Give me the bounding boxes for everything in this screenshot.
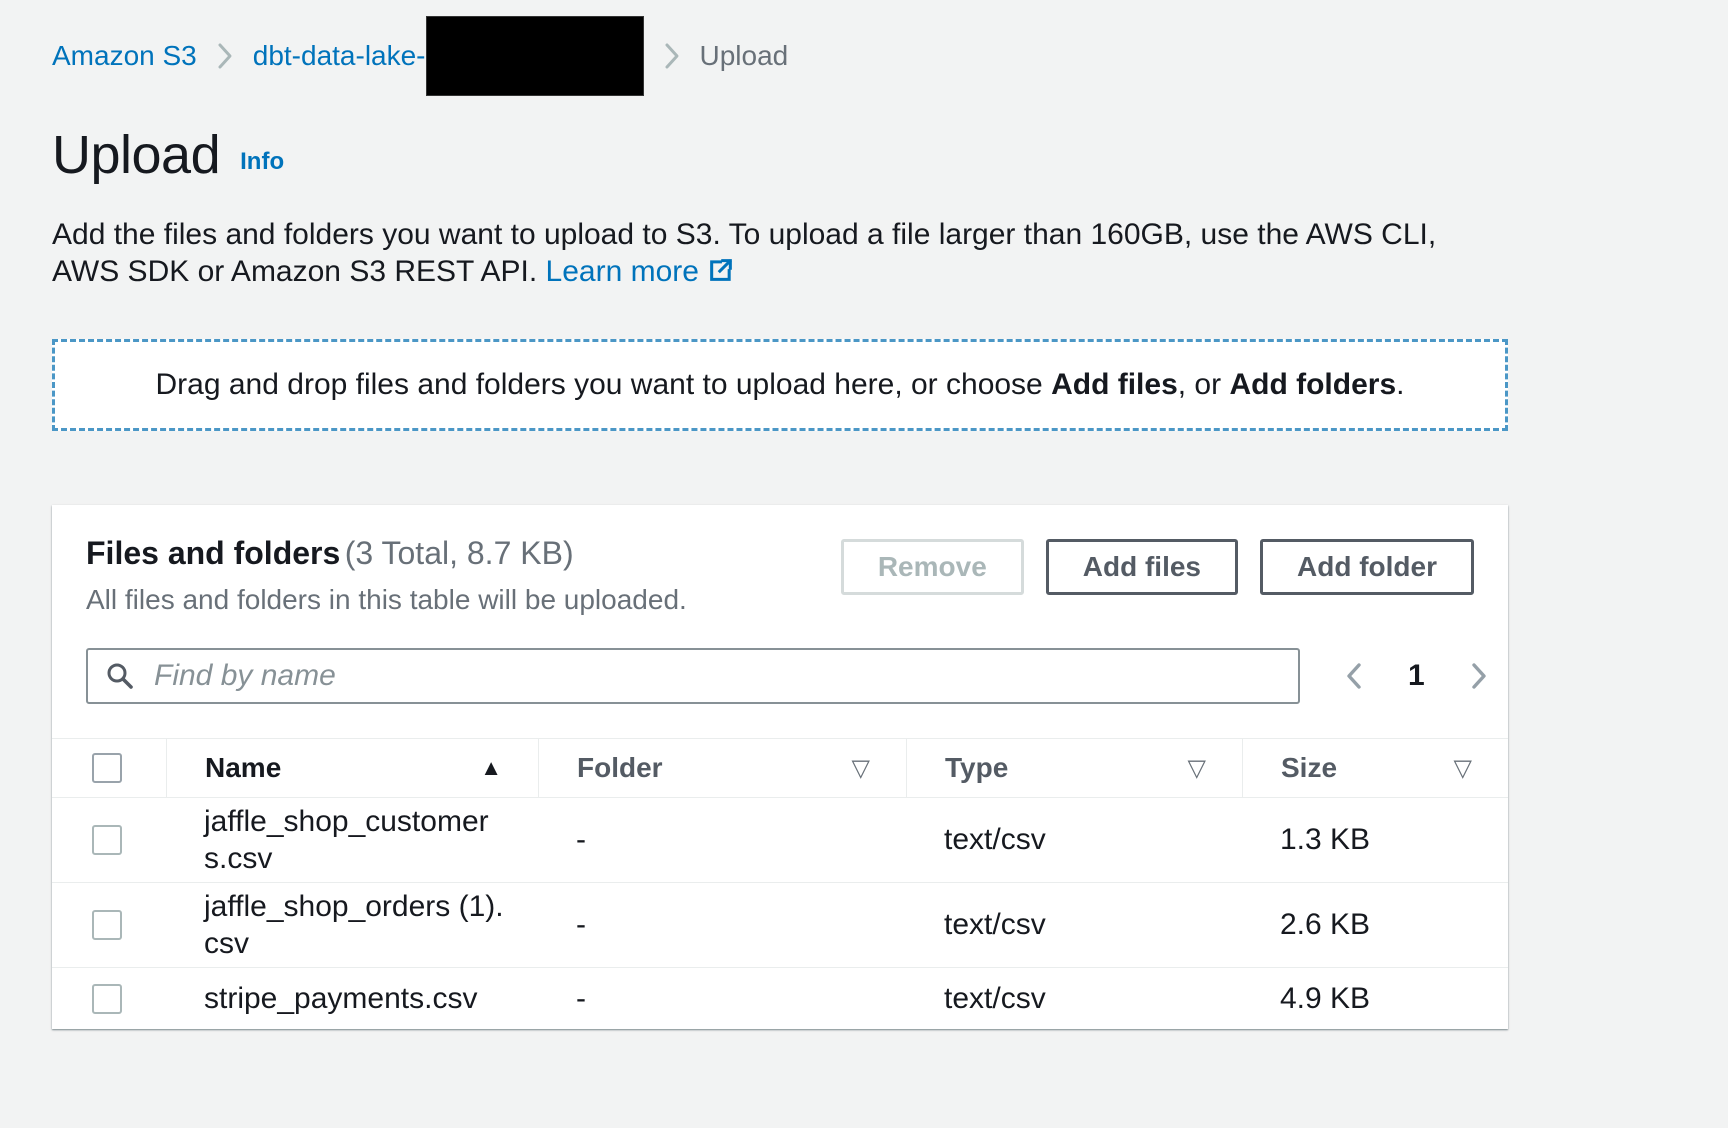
- cell-name: jaffle_shop_orders (1).csv: [166, 883, 538, 967]
- sort-default-icon: ▽: [852, 754, 870, 783]
- cell-size: 4.9 KB: [1242, 970, 1508, 1028]
- cell-size: 1.3 KB: [1242, 818, 1508, 862]
- cell-size: 2.6 KB: [1242, 903, 1508, 947]
- row-checkbox[interactable]: [92, 825, 122, 855]
- row-select-cell: [52, 968, 166, 1029]
- column-label-type: Type: [945, 752, 1008, 784]
- column-label-size: Size: [1281, 752, 1337, 784]
- cell-type: text/csv: [906, 903, 1242, 947]
- panel-count-summary: (3 Total, 8.7 KB): [345, 535, 574, 571]
- dropzone-add-files-text: Add files: [1051, 368, 1178, 401]
- column-label-folder: Folder: [577, 752, 663, 784]
- cell-folder: -: [538, 818, 906, 862]
- panel-header-text: Files and folders (3 Total, 8.7 KB) All …: [86, 535, 687, 616]
- sort-ascending-icon: ▲: [480, 755, 502, 781]
- learn-more-link[interactable]: Learn more: [546, 255, 735, 288]
- page-header: Upload Info: [52, 124, 1508, 186]
- cell-folder: -: [538, 903, 906, 947]
- column-header-size[interactable]: Size ▽: [1242, 739, 1508, 797]
- next-page-button[interactable]: [1469, 660, 1489, 692]
- page-title: Upload: [52, 124, 220, 186]
- dropzone-text: Drag and drop files and folders you want…: [156, 368, 1405, 402]
- sort-default-icon: ▽: [1188, 754, 1206, 783]
- column-label-name: Name: [205, 752, 281, 784]
- dropzone-text-suffix: .: [1396, 368, 1404, 401]
- sort-default-icon: ▽: [1454, 754, 1472, 783]
- table-row: stripe_payments.csv - text/csv 4.9 KB: [52, 967, 1508, 1029]
- chevron-right-icon: [664, 42, 680, 70]
- panel-title: Files and folders: [86, 535, 340, 571]
- breadcrumb: Amazon S3 dbt-data-lake- Upload: [52, 16, 1508, 96]
- select-all-cell: [52, 739, 166, 797]
- dropzone-text-prefix: Drag and drop files and folders you want…: [156, 368, 1052, 401]
- table-toolbar: 1: [52, 648, 1508, 704]
- column-header-folder[interactable]: Folder ▽: [538, 739, 906, 797]
- chevron-right-icon: [217, 42, 233, 70]
- remove-button[interactable]: Remove: [841, 539, 1024, 595]
- cell-name: jaffle_shop_customers.csv: [166, 798, 538, 882]
- search-input[interactable]: [86, 648, 1300, 704]
- cell-type: text/csv: [906, 818, 1242, 862]
- select-all-checkbox[interactable]: [92, 753, 122, 783]
- panel-header: Files and folders (3 Total, 8.7 KB) All …: [52, 535, 1508, 616]
- column-header-name[interactable]: Name ▲: [166, 739, 538, 797]
- row-select-cell: [52, 883, 166, 967]
- cell-folder: -: [538, 970, 906, 1028]
- panel-actions: Remove Add files Add folder: [841, 539, 1474, 595]
- dropzone-add-folders-text: Add folders: [1229, 368, 1396, 401]
- breadcrumb-amazon-s3-link[interactable]: Amazon S3: [52, 40, 197, 72]
- row-checkbox[interactable]: [92, 910, 122, 940]
- drag-drop-zone[interactable]: Drag and drop files and folders you want…: [52, 339, 1508, 431]
- breadcrumb-current: Upload: [700, 40, 789, 72]
- row-select-cell: [52, 798, 166, 882]
- files-and-folders-panel: Files and folders (3 Total, 8.7 KB) All …: [52, 505, 1508, 1029]
- redaction-box: [426, 16, 644, 96]
- breadcrumb-bucket-link[interactable]: dbt-data-lake-: [253, 40, 426, 72]
- pagination: 1: [1344, 659, 1489, 693]
- description-text: Add the files and folders you want to up…: [52, 218, 1436, 288]
- table-row: jaffle_shop_customers.csv - text/csv 1.3…: [52, 797, 1508, 882]
- column-header-type[interactable]: Type ▽: [906, 739, 1242, 797]
- page-description: Add the files and folders you want to up…: [52, 216, 1508, 293]
- cell-type: text/csv: [906, 970, 1242, 1028]
- panel-subtitle: All files and folders in this table will…: [86, 584, 687, 616]
- info-link[interactable]: Info: [240, 148, 284, 176]
- main-content: Amazon S3 dbt-data-lake- Upload Upload I…: [52, 16, 1508, 1029]
- table-header-row: Name ▲ Folder ▽ Type ▽ Size ▽: [52, 739, 1508, 797]
- search-box: [86, 648, 1300, 704]
- learn-more-label: Learn more: [546, 255, 699, 288]
- add-folder-button[interactable]: Add folder: [1260, 539, 1474, 595]
- dropzone-text-middle: , or: [1178, 368, 1230, 401]
- search-icon: [106, 662, 134, 695]
- row-checkbox[interactable]: [92, 984, 122, 1014]
- previous-page-button[interactable]: [1344, 660, 1364, 692]
- page-number[interactable]: 1: [1408, 659, 1425, 693]
- table-row: jaffle_shop_orders (1).csv - text/csv 2.…: [52, 882, 1508, 967]
- cell-name: stripe_payments.csv: [166, 968, 538, 1029]
- external-link-icon: [707, 256, 735, 293]
- files-table: Name ▲ Folder ▽ Type ▽ Size ▽: [52, 738, 1508, 1029]
- add-files-button[interactable]: Add files: [1046, 539, 1238, 595]
